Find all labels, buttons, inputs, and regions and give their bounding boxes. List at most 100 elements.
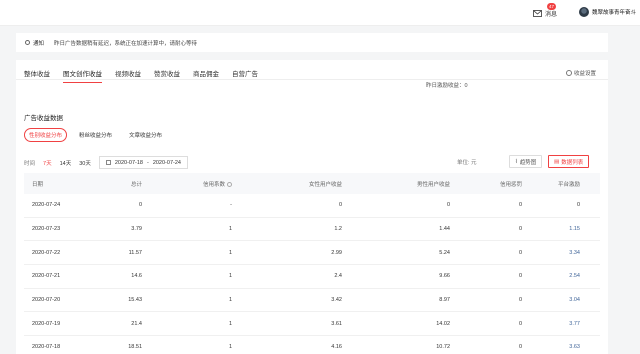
header-credit: 信用系数 [142,180,232,188]
range-14-days[interactable]: 14天 [60,159,72,167]
subtab-gender[interactable]: 性别收益分布 [24,128,68,142]
subtabs: 性别收益分布 粉丝收益分布 文章收益分布 [24,128,167,142]
tab-tips[interactable]: 赞赏收益 [154,68,180,83]
tab-article[interactable]: 图文创作收益 [63,68,102,83]
cell-credit: 1 [228,344,232,351]
calendar-icon [105,160,111,165]
notice-text: 昨日广告数据稍有延迟，系统正在加速计算中，请耐心等待 [54,40,198,47]
cell-incentive: 0 [576,202,580,209]
table-row: 2020-07-20 15.43 1 3.42 8.97 0 3.04 [24,289,600,313]
income-card: 整体收益 图文创作收益 视频收益 赞赏收益 商品佣金 自营广告 收益设置 昨日激… [16,60,608,354]
avatar [579,7,589,17]
trend-chart-button[interactable]: ⌇ 趋势图 [509,155,543,168]
cell-penalty: 0 [518,320,522,327]
cell-incentive-link[interactable]: 1.15 [522,226,586,232]
messages-badge: 47 [547,3,557,10]
table-row: 2020-07-18 18.51 1 4.16 10.72 0 3.63 [24,336,600,354]
header-date: 日期 [32,181,44,188]
cell-male: 8.97 [439,297,450,304]
cell-incentive-link[interactable]: 2.54 [522,273,586,279]
cell-incentive-link[interactable]: 3.04 [522,297,586,303]
cell-male: 14.02 [436,320,450,327]
tab-overall[interactable]: 整体收益 [24,68,50,83]
cell-credit: 1 [228,320,232,327]
header-penalty: 信用惩罚 [499,181,522,188]
header-female: 女性用户收益 [308,181,342,188]
income-table: 日期 总计 信用系数 女性用户收益 男性用户收益 信用惩罚 平台激励 2020-… [24,173,600,354]
cell-total: 11.57 [128,249,142,256]
income-tabs: 整体收益 图文创作收益 视频收益 赞赏收益 商品佣金 自营广告 [24,68,271,83]
section-title: 广告收益数据 [24,115,63,122]
cell-date: 2020-07-19 [32,320,61,327]
cell-credit: 1 [228,249,232,256]
cell-female: 4.16 [331,344,342,351]
cell-penalty: 0 [518,344,522,351]
gear-icon [565,70,572,76]
header-male: 男性用户收益 [416,181,450,188]
tab-divider [16,79,608,80]
table-row: 2020-07-24 0 - 0 0 0 0 [24,194,600,218]
cell-incentive-link[interactable]: 3.34 [522,250,586,256]
tab-self-ads[interactable]: 自营广告 [232,68,258,83]
cell-total: 0 [138,202,142,209]
start-date: 2020-07-18 [114,159,143,166]
end-date: 2020-07-24 [152,159,181,166]
cell-date: 2020-07-23 [32,226,61,233]
cell-total: 15.43 [128,297,142,304]
user-name: 魏翠故事青年奋斗 [592,10,637,16]
messages-button[interactable]: 47 消息 [533,3,558,18]
header-total: 总计 [130,181,142,188]
unit-label: 单位: 元 [457,160,477,166]
settings-label: 收益设置 [573,71,596,77]
chart-icon: ⌇ [515,158,518,165]
subtab-fans[interactable]: 粉丝收益分布 [74,128,117,142]
cell-penalty: 0 [518,226,522,233]
top-bar: 47 消息 魏翠故事青年奋斗 [0,0,640,26]
notice-label: 通知 [33,40,45,47]
cell-total: 14.6 [131,273,142,280]
cell-female: 0 [338,202,342,209]
list-label: 数据列表 [561,159,584,166]
cell-total: 18.51 [128,344,142,351]
date-range-picker[interactable]: 2020-07-18 - 2020-07-24 [98,156,188,169]
table-header: 日期 总计 信用系数 女性用户收益 男性用户收益 信用惩罚 平台激励 [24,173,600,194]
cell-credit: - [230,202,232,209]
header-incentive: 平台激励 [557,181,580,188]
table-row: 2020-07-19 21.4 1 3.61 14.02 0 3.77 [24,312,600,337]
user-menu[interactable]: 魏翠故事青年奋斗 [579,7,636,17]
cell-date: 2020-07-20 [32,297,61,304]
time-label: 时间 [24,160,36,167]
cell-female: 1.2 [334,226,342,233]
cell-incentive-link[interactable]: 3.77 [522,321,586,327]
cell-total: 21.4 [131,320,142,327]
trend-label: 趋势图 [519,159,537,166]
cell-male: 10.72 [436,344,450,351]
cell-penalty: 0 [518,202,522,209]
data-list-button[interactable]: ▤ 数据列表 [548,155,590,168]
cell-female: 3.42 [331,297,342,304]
tab-commission[interactable]: 商品佣金 [193,68,219,83]
notice-bar: 通知 昨日广告数据稍有延迟，系统正在加速计算中，请耐心等待 [16,33,608,52]
messages-label: 消息 [545,12,558,18]
table-row: 2020-07-23 3.79 1 1.2 1.44 0 1.15 [24,218,600,242]
range-30-days[interactable]: 30天 [79,159,91,167]
cell-male: 1.44 [439,226,450,233]
table-row: 2020-07-21 14.6 1 2.4 9.66 0 2.54 [24,265,600,289]
date-separator: - [146,159,149,166]
table-row: 2020-07-22 11.57 1 2.99 5.24 0 3.34 [24,241,600,266]
cell-credit: 1 [228,297,232,304]
header-credit-label: 信用系数 [202,181,225,188]
cell-female: 2.4 [334,273,342,280]
time-filters: 时间 7天 14天 30天 2020-07-18 - 2020-07-24 [24,156,188,169]
tab-video[interactable]: 视频收益 [115,68,141,83]
cell-male: 9.66 [439,273,450,280]
range-7-days[interactable]: 7天 [43,159,52,167]
income-settings-link[interactable]: 收益设置 [565,69,596,77]
cell-female: 3.61 [331,320,342,327]
cell-credit: 1 [228,273,232,280]
cell-date: 2020-07-22 [32,249,61,256]
cell-incentive-link[interactable]: 3.63 [522,344,586,350]
cell-date: 2020-07-21 [32,273,61,280]
yesterday-incentive: 昨日激励收益：0 [426,83,468,89]
subtab-articles[interactable]: 文章收益分布 [124,128,167,142]
